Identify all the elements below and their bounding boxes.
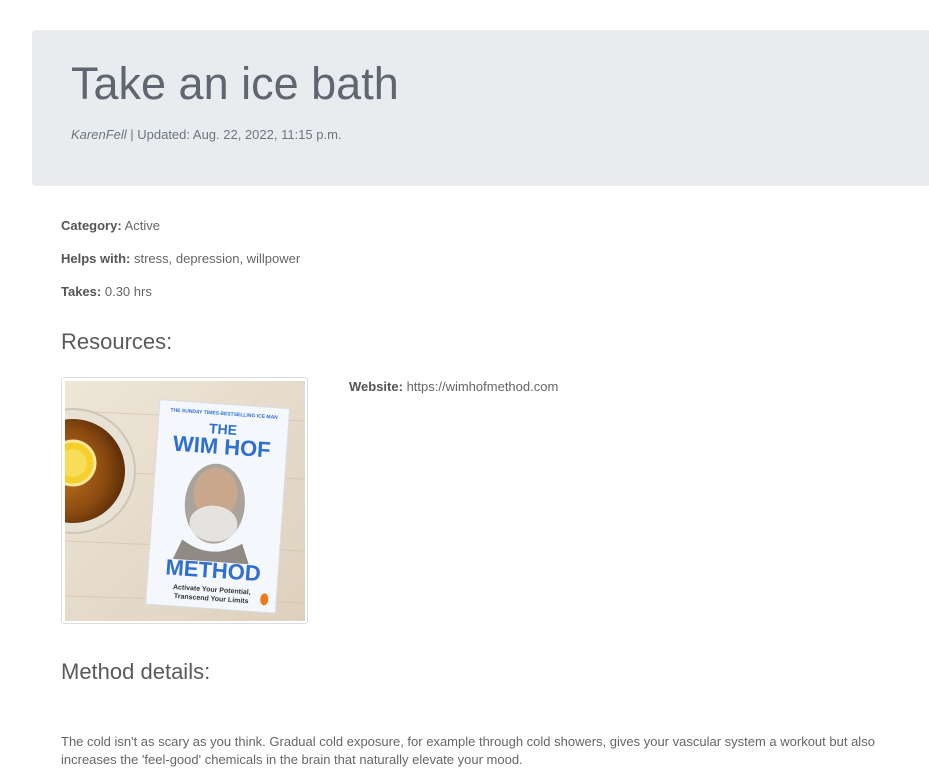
helps-with-field: Helps with: stress, depression, willpowe…	[61, 251, 300, 266]
category-value: Active	[124, 218, 160, 233]
takes-value: 0.30 hrs	[104, 284, 152, 299]
takes-label: Takes:	[61, 284, 102, 299]
helps-with-value: stress, depression, willpower	[133, 251, 301, 266]
website-link[interactable]: https://wimhofmethod.com	[407, 379, 559, 394]
website-field: Website: https://wimhofmethod.com	[349, 379, 558, 394]
takes-field: Takes: 0.30 hrs	[61, 284, 152, 299]
updated-timestamp: | Updated: Aug. 22, 2022, 11:15 p.m.	[126, 127, 342, 142]
website-label: Website:	[349, 379, 403, 394]
byline: KarenFell | Updated: Aug. 22, 2022, 11:1…	[71, 127, 342, 142]
page-header: Take an ice bath KarenFell | Updated: Au…	[32, 30, 929, 186]
page-title: Take an ice bath	[71, 58, 399, 109]
category-label: Category:	[61, 218, 122, 233]
book-cover-image: THE SUNDAY TIMES BESTSELLING ICE MAN THE…	[65, 381, 305, 621]
author-name[interactable]: KarenFell	[71, 127, 127, 142]
resources-heading: Resources:	[61, 329, 173, 354]
category-field: Category: Active	[61, 218, 160, 233]
helps-with-label: Helps with:	[61, 251, 131, 266]
resource-book-thumbnail[interactable]: THE SUNDAY TIMES BESTSELLING ICE MAN THE…	[61, 377, 308, 624]
method-details-heading: Method details:	[61, 659, 211, 684]
method-description: The cold isn't as scary as you think. Gr…	[61, 734, 875, 767]
